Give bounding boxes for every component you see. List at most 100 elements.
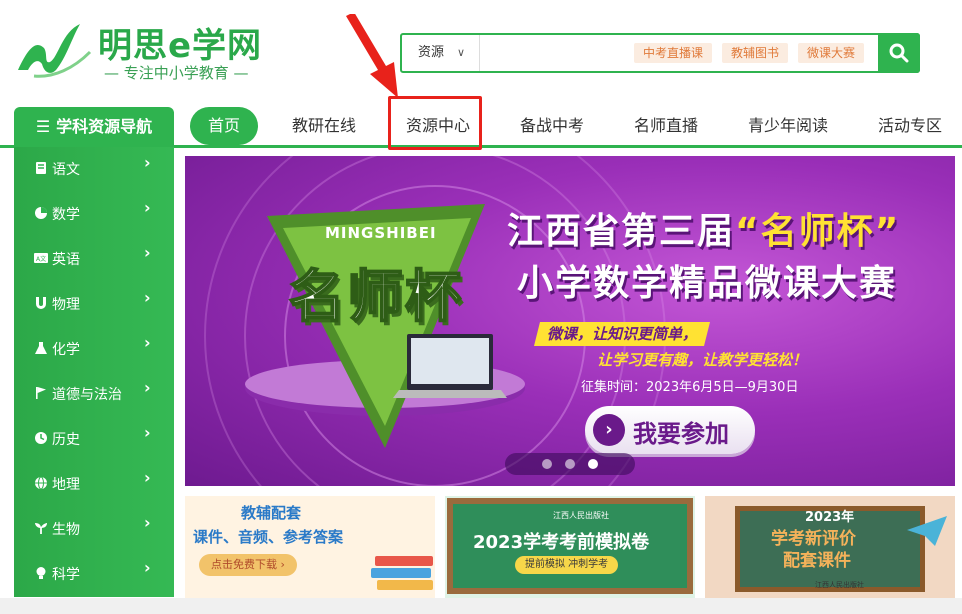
banner-title-prefix: 江西省第三届 — [507, 211, 736, 252]
banner-title-line2: 小学数学精品微课大赛 — [517, 263, 898, 304]
card1-title: 教辅配套 — [241, 504, 302, 522]
sidebar-item-label: 数学 — [52, 207, 80, 223]
annotation-arrow-icon — [346, 14, 398, 98]
chevron-right-icon: › — [144, 153, 151, 172]
svg-text:A文: A文 — [36, 255, 46, 263]
sidebar-item-label: 历史 — [52, 432, 80, 448]
books-icon — [371, 556, 433, 590]
chevron-right-icon: › — [144, 288, 151, 307]
subject-nav-header[interactable]: ☰ 学科资源导航 — [14, 107, 174, 147]
search-input[interactable] — [482, 37, 632, 69]
chevron-right-icon: › — [144, 558, 151, 577]
sidebar-item-label: 生物 — [52, 522, 80, 538]
sidebar-item-label: 道德与法治 — [52, 387, 122, 403]
chalkboard-graphic: 江西人民出版社 2023学考考前模拟卷 提前模拟 冲刺学考 — [447, 498, 693, 594]
sidebar-item-physics[interactable]: 物理 › — [14, 282, 174, 327]
logo-name: 明思e学网 — [98, 26, 263, 66]
carousel-dots — [505, 453, 635, 475]
nav-item-exam-prep[interactable]: 备战中考 — [520, 107, 584, 145]
search-type-label: 资源 — [418, 45, 445, 60]
sidebar-item-label: 英语 — [52, 252, 80, 268]
card2-subtitle: 提前模拟 冲刺学考 — [515, 556, 619, 574]
logo-mark-icon — [18, 24, 92, 78]
chevron-right-icon: › — [144, 198, 151, 217]
page: 明思e学网 — 专注中小学教育 — 资源 ∨ 中考直播课 教辅图书 微课大赛 ☰… — [0, 0, 962, 614]
sidebar-item-label: 化学 — [52, 342, 80, 358]
sidebar-item-label: 地理 — [52, 477, 80, 493]
nav-item-reading[interactable]: 青少年阅读 — [748, 107, 828, 145]
menu-icon: ☰ — [35, 117, 51, 136]
play-arrow-icon: › — [593, 414, 625, 446]
sidebar-item-label: 语文 — [52, 162, 80, 178]
search-icon — [889, 43, 909, 63]
translate-icon: A文 — [34, 253, 48, 263]
card2-title: 2023学考考前模拟卷 — [473, 532, 650, 553]
chevron-right-icon: › — [144, 378, 151, 397]
logo-slogan: — 专注中小学教育 — — [104, 64, 249, 82]
banner-slogan-line1: 微课，让知识更简单， — [534, 322, 711, 346]
hero-banner[interactable]: MINGSHIBEI 名师杯 江西省第三届“名师杯” 小学数学精品微课大赛 微课… — [185, 156, 955, 486]
book-icon — [36, 162, 46, 174]
nav-item-live[interactable]: 名师直播 — [634, 107, 698, 145]
search-type-select[interactable]: 资源 ∨ — [402, 35, 480, 71]
banner-title-line1: 江西省第三届“名师杯” — [507, 202, 900, 254]
sidebar-item-label: 物理 — [52, 297, 80, 313]
highlight-box — [388, 96, 482, 150]
carousel-dot-1[interactable] — [542, 459, 552, 469]
search-bar: 资源 ∨ 中考直播课 教辅图书 微课大赛 — [400, 33, 920, 73]
flag-icon — [36, 387, 46, 399]
carousel-dot-2[interactable] — [565, 459, 575, 469]
bulb-icon — [36, 567, 46, 579]
badge-english: MINGSHIBEI — [325, 224, 437, 242]
search-tag-jiaofu[interactable]: 教辅图书 — [722, 43, 789, 63]
nav-item-events[interactable]: 活动专区 — [878, 107, 942, 145]
nav-item-home[interactable]: 首页 — [190, 107, 259, 145]
card3-subtitle: 配套课件 — [783, 551, 851, 571]
card3-year: 2023年 — [805, 510, 855, 525]
sidebar-item-math[interactable]: 数学 › — [14, 192, 174, 237]
sidebar-item-chemistry[interactable]: 化学 › — [14, 327, 174, 372]
mingshibei-badge: MINGSHIBEI 名师杯 — [265, 204, 505, 444]
sidebar-item-science[interactable]: 科学 › — [14, 552, 174, 597]
card2-publisher: 江西人民出版社 — [553, 511, 609, 520]
promo-card-mock-exam[interactable]: 江西人民出版社 2023学考考前模拟卷 提前模拟 冲刺学考 — [445, 496, 695, 600]
join-button[interactable]: › 我要参加 — [585, 406, 755, 454]
page-bottom-strip — [0, 598, 962, 614]
carousel-dot-3[interactable] — [588, 459, 598, 469]
subject-sidebar: 语文 › 数学 › A文 英语 › 物理 › 化学 › 道德与法治 › 历史 ›… — [14, 147, 174, 597]
banner-slogan-line2: 让学习更有趣，让教学更轻松！ — [587, 348, 817, 372]
search-button[interactable] — [878, 33, 920, 73]
magnet-icon — [36, 297, 46, 309]
sidebar-item-chinese[interactable]: 语文 › — [14, 147, 174, 192]
chevron-right-icon: › — [144, 513, 151, 532]
subject-nav-label: 学科资源导航 — [56, 117, 153, 136]
card1-subtitle: 课件、音频、参考答案 — [193, 528, 344, 546]
search-tag-weike[interactable]: 微课大赛 — [798, 43, 865, 63]
join-button-label: 我要参加 — [633, 420, 729, 448]
banner-slogan: 微课，让知识更简单， 让学习更有趣，让教学更轻松！ — [534, 320, 837, 378]
nav-item-research[interactable]: 教研在线 — [292, 107, 356, 145]
site-logo[interactable]: 明思e学网 — 专注中小学教育 — — [14, 18, 304, 82]
sidebar-item-morality-law[interactable]: 道德与法治 › — [14, 372, 174, 417]
banner-slogan-text2: 让学习更有趣，让教学更轻松！ — [597, 351, 808, 369]
sidebar-item-english[interactable]: A文 英语 › — [14, 237, 174, 282]
chevron-right-icon: › — [144, 243, 151, 262]
sidebar-item-geography[interactable]: 地理 › — [14, 462, 174, 507]
search-tag-zhongkao[interactable]: 中考直播课 — [634, 43, 713, 63]
sidebar-item-history[interactable]: 历史 › — [14, 417, 174, 462]
sidebar-item-biology[interactable]: 生物 › — [14, 507, 174, 552]
badge-chinese: 名师杯 — [288, 264, 463, 331]
chevron-down-icon: ∨ — [456, 46, 465, 59]
flask-icon — [35, 342, 47, 354]
free-download-button[interactable]: 点击免费下载 › — [199, 554, 297, 576]
paper-plane-icon — [907, 516, 947, 546]
promo-card-supplementary[interactable]: 教辅配套 课件、音频、参考答案 点击免费下载 › — [185, 496, 435, 600]
banner-slogan-text1: 微课，让知识更简单， — [547, 325, 698, 343]
chevron-right-icon: › — [144, 423, 151, 442]
promo-card-courseware[interactable]: 2023年 学考新评价 配套课件 江西人民出版社 — [705, 496, 955, 600]
clock-icon — [35, 432, 47, 444]
pie-chart-icon — [35, 207, 47, 219]
banner-date: 征集时间：2023年6月5日—9月30日 — [581, 380, 799, 395]
sprout-icon — [35, 523, 47, 534]
chevron-right-icon: › — [144, 468, 151, 487]
